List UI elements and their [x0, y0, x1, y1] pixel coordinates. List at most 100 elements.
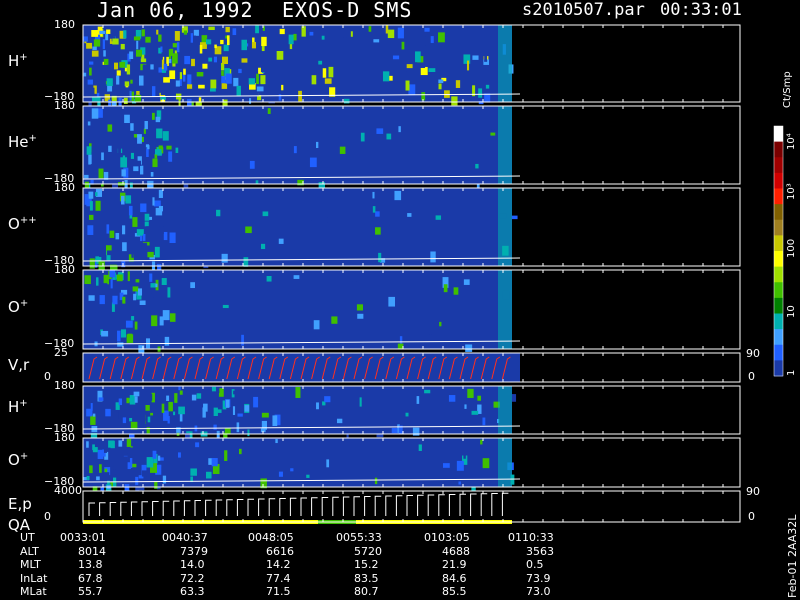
- spectrogram-cell: [161, 278, 167, 285]
- spectrogram-cell: [391, 428, 398, 434]
- spectrogram-cell: [162, 131, 169, 141]
- spectrogram-cell: [203, 403, 208, 412]
- spectrogram-cell: [484, 93, 491, 103]
- spectrogram-cell: [106, 78, 113, 87]
- spectrogram-cell: [131, 252, 134, 258]
- spectrogram-cell: [390, 192, 394, 203]
- spectrogram-cell: [178, 406, 185, 415]
- spectrogram-cell: [137, 288, 143, 296]
- spectrogram-cell: [388, 296, 396, 307]
- spectrogram-cell: [169, 313, 176, 322]
- spectrogram-cell: [221, 83, 228, 89]
- spectrogram-cell: [328, 66, 334, 78]
- spectrogram-cell: [313, 320, 320, 330]
- spectrogram-cell: [130, 152, 134, 159]
- y-tick-max: 180: [54, 263, 75, 276]
- spectrogram-cell: [438, 83, 442, 90]
- spectrogram-cell: [143, 307, 149, 317]
- spectrogram-cell: [463, 279, 470, 285]
- spectrogram-cell: [117, 298, 121, 308]
- spectrogram-cell: [217, 386, 220, 394]
- colorbar-segment: [774, 141, 783, 158]
- spectrogram-edge: [498, 270, 512, 349]
- spectrogram-cell: [176, 42, 180, 53]
- spectrogram-cell: [99, 464, 102, 473]
- spectrogram-cell: [385, 405, 393, 415]
- spectrogram-cell: [142, 233, 146, 241]
- spectrogram-cell: [158, 189, 163, 198]
- spectrogram-cell: [86, 146, 92, 155]
- y-tick-max: 180: [54, 431, 75, 444]
- spectrogram-cell: [113, 464, 117, 470]
- spectrogram-cell: [226, 135, 233, 147]
- spectrogram-cell: [220, 39, 224, 45]
- y-tick-max: 25: [54, 346, 68, 359]
- spectrogram-cell: [152, 158, 158, 168]
- spectrogram-cell: [321, 35, 325, 40]
- spectrogram-cell: [157, 263, 162, 270]
- spectrogram-cell: [315, 311, 320, 315]
- spectrogram-cell: [179, 72, 183, 80]
- spectrogram-cell: [485, 84, 490, 89]
- spectrogram-cell: [129, 51, 134, 60]
- panel-label-ep: E,p: [8, 494, 32, 513]
- spectrogram-cell: [109, 117, 113, 123]
- colorbar-segment: [774, 282, 783, 299]
- orbit-label: Feb-01 2AA32L: [786, 514, 799, 598]
- footer-row-label: InLat: [20, 571, 48, 585]
- spectrogram-cell: [359, 397, 362, 407]
- spectrogram-cell: [318, 60, 323, 65]
- panel-label-vr: V,r: [8, 355, 30, 374]
- spectrogram-cell: [243, 415, 251, 425]
- spectrogram-cell: [465, 344, 473, 352]
- spectrogram-cell: [83, 59, 89, 66]
- spectrogram-cell: [372, 191, 375, 199]
- spectrogram-cell: [125, 320, 133, 328]
- r-tick-min: 0: [748, 510, 755, 523]
- spectrogram-cell: [331, 316, 338, 324]
- spectrogram-cell: [439, 321, 442, 327]
- spectrogram-cell: [191, 394, 197, 401]
- r-tick-max: 90: [746, 485, 760, 498]
- spectrogram-cell: [398, 126, 401, 133]
- spectrogram-cell: [91, 50, 99, 57]
- spectrogram-cell: [95, 200, 101, 211]
- spectrogram-cell: [211, 458, 218, 467]
- spectrogram-cell: [130, 79, 133, 84]
- spectrogram-cell: [99, 295, 105, 305]
- footer-cell: 71.5: [266, 585, 291, 598]
- spectrogram-cell: [416, 396, 420, 404]
- spectrogram-cell: [293, 275, 300, 279]
- spectrogram-cell: [106, 224, 110, 234]
- spectrogram-cell: [145, 144, 150, 148]
- spectrogram-cell: [125, 195, 132, 204]
- spectrogram-cell: [107, 124, 113, 132]
- spectrogram-cell: [466, 60, 470, 71]
- spectrogram-cell: [89, 67, 92, 76]
- spectrogram-cell: [150, 172, 154, 177]
- spectrogram-cell: [242, 51, 247, 57]
- spectrogram-cell: [133, 293, 137, 301]
- spectrogram-cell: [458, 481, 461, 485]
- spectrogram-cell: [453, 287, 459, 295]
- footer-cell: 3563: [526, 544, 554, 558]
- spectrogram-cell: [145, 404, 150, 411]
- spectrogram-cell: [135, 160, 142, 166]
- spectrogram-cell: [135, 49, 143, 57]
- spectrogram-cell: [134, 321, 138, 330]
- spectrogram-cell: [306, 474, 310, 478]
- spectrogram-cell: [266, 276, 272, 282]
- spectrogram-cell: [338, 137, 345, 147]
- spectrogram-cell: [308, 92, 314, 100]
- spectrogram-cell: [221, 76, 226, 84]
- spectrogram-cell: [89, 258, 95, 269]
- spectrogram-cell: [278, 238, 284, 244]
- spectrogram-cell: [116, 75, 120, 85]
- spectrogram-cell: [84, 275, 91, 285]
- spectrogram-cell: [452, 420, 458, 431]
- spectrogram-cell: [312, 423, 317, 430]
- spectrogram-cell: [193, 29, 199, 36]
- spectrogram-cell: [223, 44, 229, 52]
- spectrogram-cell: [233, 390, 238, 395]
- y-tick-max: 180: [54, 181, 75, 194]
